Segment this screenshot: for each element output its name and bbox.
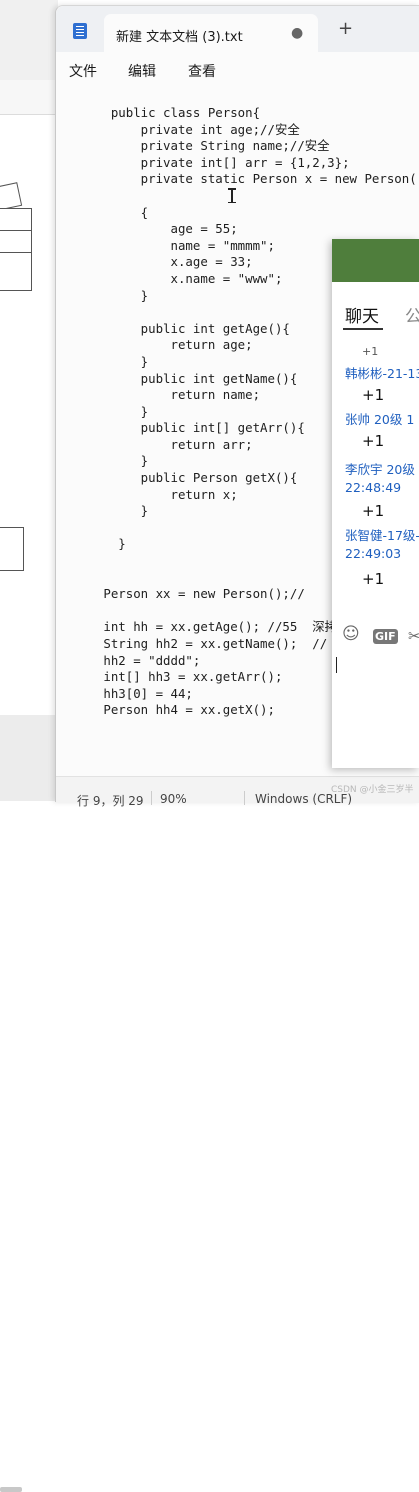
menu-bar: 文件 编辑 查看: [56, 52, 419, 88]
message-time: 22:49:03: [345, 546, 402, 561]
gif-icon[interactable]: GIF: [373, 629, 398, 644]
tab-title: 新建 文本文档 (3).txt: [116, 30, 243, 45]
message-text: +1: [362, 432, 385, 450]
status-divider: [244, 791, 245, 805]
diagram-shape: [0, 527, 24, 571]
diagram-shape: [0, 252, 32, 291]
chat-input-toolbar: ☺ GIF ✂: [332, 621, 419, 651]
diagram-shape: [0, 230, 32, 254]
tab-chat[interactable]: 聊天: [345, 302, 379, 327]
background-app-footer: [0, 715, 58, 1492]
menu-view[interactable]: 查看: [188, 61, 216, 81]
background-canvas: [0, 115, 58, 715]
message-sender[interactable]: 张智健-17级-: [345, 525, 419, 544]
screenshot-scissors-icon[interactable]: ✂: [408, 627, 419, 645]
document-tab[interactable]: 新建 文本文档 (3).txt ●: [104, 14, 318, 52]
message-text: +1: [362, 345, 379, 358]
message-sender[interactable]: 张帅 20级 1: [345, 409, 414, 428]
notepad-app-icon: [73, 23, 87, 39]
text-caret: [336, 657, 337, 673]
emoji-icon[interactable]: ☺: [342, 624, 360, 644]
active-tab-indicator: [343, 328, 383, 330]
chat-messages: +1 韩彬彬-21-13 +1 张帅 20级 1 +1 李欣宇 20级 22:4…: [332, 331, 419, 611]
chat-window: 聊天 公 +1 韩彬彬-21-13 +1 张帅 20级 1 +1 李欣宇 20级…: [332, 239, 419, 768]
new-tab-button[interactable]: +: [338, 20, 353, 38]
mouse-ibeam-cursor: [228, 188, 236, 203]
background-app-toolbar: ▾ 更多: [0, 80, 58, 184]
menu-edit[interactable]: 编辑: [128, 61, 156, 81]
unsaved-dot-icon[interactable]: ●: [291, 25, 303, 41]
scrollbar-thumb[interactable]: [0, 1487, 22, 1492]
background-app-titlebar: [0, 0, 58, 80]
message-sender[interactable]: 韩彬彬-21-13: [345, 363, 419, 382]
background-app: ▾ 更多: [0, 0, 58, 1492]
status-divider: [151, 791, 152, 805]
message-time: 22:48:49: [345, 480, 402, 495]
menu-file[interactable]: 文件: [69, 61, 97, 81]
tab-bar: 新建 文本文档 (3).txt ● +: [56, 6, 419, 52]
message-text: +1: [362, 502, 385, 520]
chat-input-box[interactable]: [332, 651, 419, 768]
message-text: +1: [362, 386, 385, 404]
message-text: +1: [362, 570, 385, 588]
tab-announcement[interactable]: 公: [405, 302, 419, 327]
message-sender[interactable]: 李欣宇 20级: [345, 459, 415, 478]
chat-tabs: 聊天 公: [332, 282, 419, 330]
chat-header: [332, 239, 419, 282]
watermark: CSDN @小金三岁半: [331, 785, 414, 795]
diagram-shape: [0, 208, 32, 232]
zoom-level[interactable]: 90%: [160, 792, 187, 806]
